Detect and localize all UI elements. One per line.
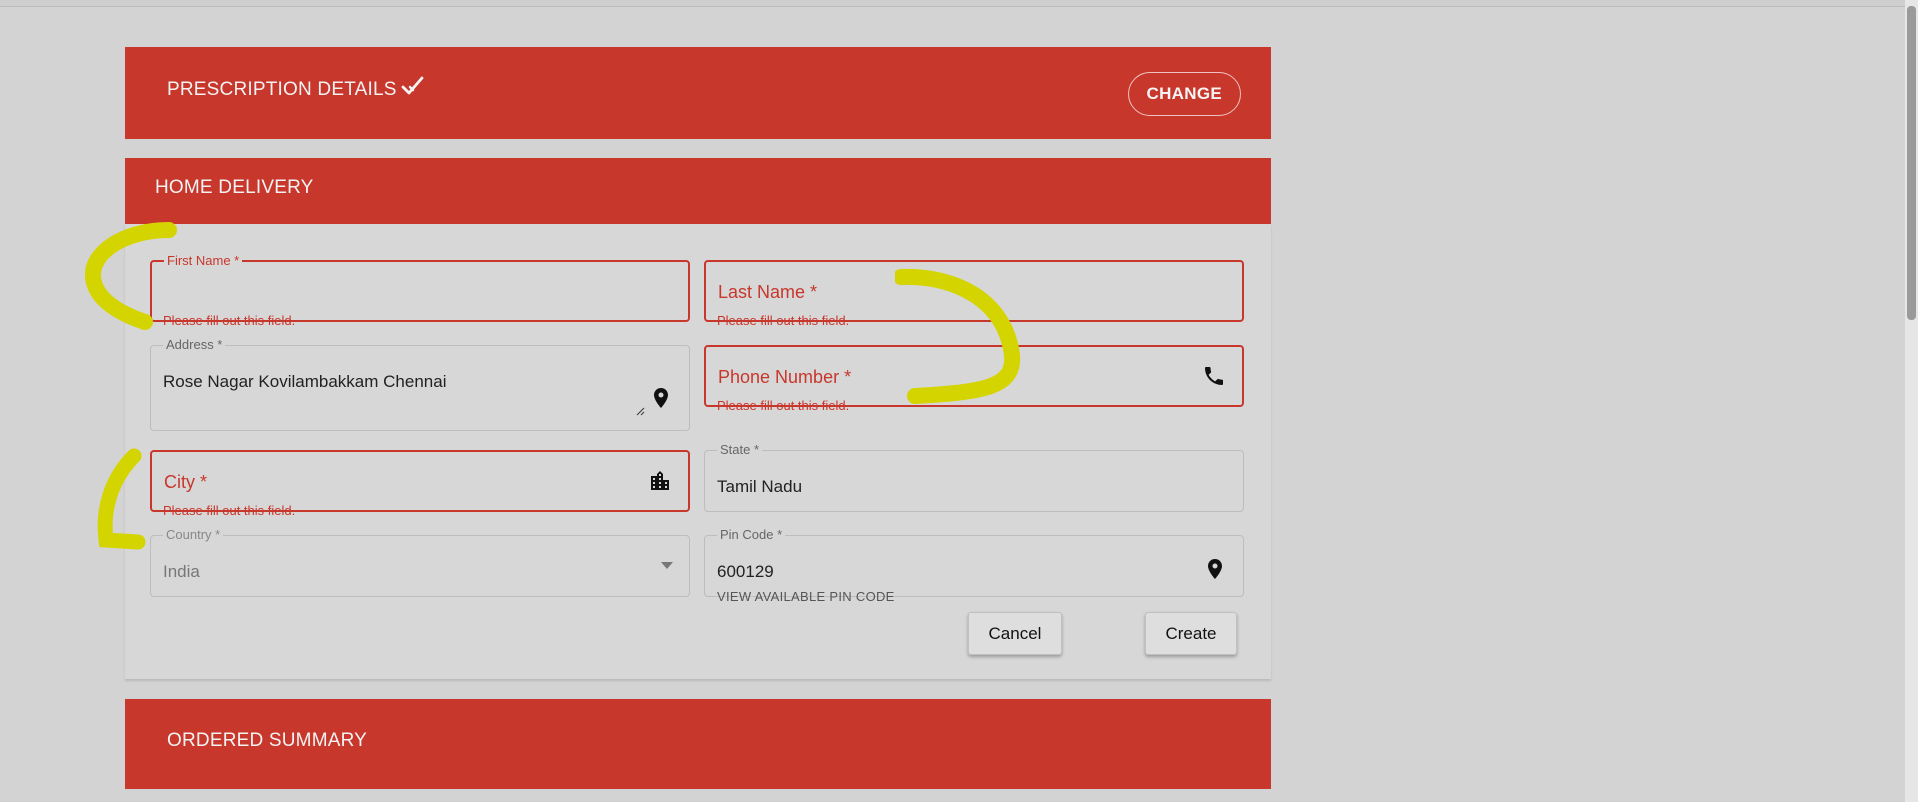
- ordered-summary-header: ORDERED SUMMARY: [125, 699, 1271, 789]
- home-delivery-title: HOME DELIVERY: [155, 177, 314, 198]
- state-field[interactable]: State * Tamil Nadu: [704, 442, 1244, 512]
- double-check-icon: [401, 76, 424, 95]
- prescription-details-header: PRESCRIPTION DETAILS CHANGE: [125, 47, 1271, 139]
- city-error: Please fill out this field.: [163, 503, 296, 518]
- address-field[interactable]: Address * Rose Nagar Kovilambakkam Chenn…: [150, 337, 690, 431]
- view-available-pin-code-link[interactable]: VIEW AVAILABLE PIN CODE: [717, 589, 895, 604]
- last-name-placeholder: Last Name *: [718, 282, 818, 302]
- pin-code-label: Pin Code *: [717, 527, 786, 542]
- last-name-error: Please fill out this field.: [717, 313, 850, 328]
- vertical-scrollbar[interactable]: [1905, 0, 1918, 802]
- city-building-icon: [651, 471, 669, 490]
- state-value: Tamil Nadu: [717, 477, 803, 496]
- country-select[interactable]: Country * India: [150, 527, 690, 597]
- first-name-label: First Name *: [164, 253, 243, 268]
- change-button[interactable]: CHANGE: [1127, 72, 1241, 116]
- address-label: Address *: [163, 337, 226, 352]
- resize-grip-icon[interactable]: [636, 407, 645, 416]
- phone-number-error: Please fill out this field.: [717, 398, 850, 413]
- delivery-form-card: First Name * Please fill out this field.…: [125, 224, 1271, 679]
- first-name-error: Please fill out this field.: [163, 313, 296, 328]
- state-label: State *: [717, 442, 763, 457]
- location-pin-icon: [1208, 559, 1222, 579]
- prescription-details-title: PRESCRIPTION DETAILS: [167, 79, 397, 100]
- country-label: Country *: [163, 527, 224, 542]
- top-bar: [0, 0, 1905, 7]
- phone-number-placeholder: Phone Number *: [718, 367, 852, 387]
- scrollbar-thumb[interactable]: [1907, 6, 1916, 320]
- create-button[interactable]: Create: [1145, 612, 1237, 655]
- address-value: Rose Nagar Kovilambakkam Chennai: [163, 372, 447, 391]
- ordered-summary-title: ORDERED SUMMARY: [167, 730, 368, 751]
- phone-icon: [1205, 367, 1223, 385]
- location-pin-icon: [654, 388, 668, 408]
- pin-code-field[interactable]: Pin Code * 600129: [704, 527, 1244, 597]
- country-value: India: [163, 562, 200, 581]
- cancel-button[interactable]: Cancel: [968, 612, 1062, 655]
- city-placeholder: City *: [164, 472, 208, 492]
- pin-code-value: 600129: [717, 562, 774, 581]
- chevron-down-icon[interactable]: [661, 562, 673, 569]
- home-delivery-header: HOME DELIVERY: [125, 158, 1271, 224]
